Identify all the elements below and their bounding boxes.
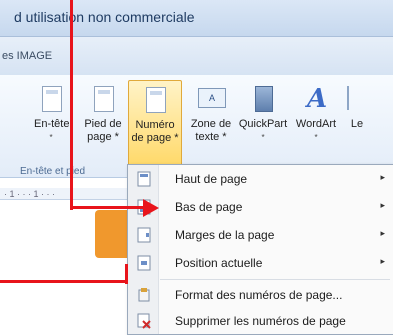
wordart-button[interactable]: A WordArt * [292, 80, 340, 164]
page-number-button-label-2: de page * [131, 132, 179, 144]
annotation-line [70, 0, 73, 210]
menu-separator [160, 279, 390, 280]
insert-ribbon: En-tête * Pied de page * Numéro de page … [0, 75, 393, 178]
window-title: d utilisation non commerciale [14, 9, 195, 25]
header-button-dropdown: * [49, 133, 53, 142]
page-number-dropdown-menu: Haut de page ▸ Bas de page ▸ Marges de l… [127, 164, 393, 335]
menu-item-label: Bas de page [175, 200, 243, 214]
page-number-button[interactable]: Numéro de page * [128, 80, 182, 166]
wordart-button-dropdown: * [314, 133, 318, 142]
annotation-line [0, 280, 128, 283]
footer-button-label-2: page * [87, 131, 119, 143]
current-position-icon [137, 255, 151, 271]
menu-item-remove-page-numbers[interactable]: Supprimer les numéros de page [128, 307, 393, 335]
menu-item-top-of-page[interactable]: Haut de page ▸ [128, 165, 393, 193]
format-numbers-icon [137, 287, 151, 303]
remove-numbers-icon [137, 313, 151, 329]
wordart-button-label: WordArt [295, 118, 337, 130]
header-button-label: En-tête [34, 118, 70, 130]
page-top-icon [137, 171, 151, 187]
menu-item-label: Supprimer les numéros de page [175, 314, 346, 328]
page-margins-icon [137, 227, 151, 243]
quickparts-button-dropdown: * [261, 133, 265, 142]
document-shape [95, 210, 131, 258]
menu-item-label: Position actuelle [175, 256, 263, 270]
annotation-line [70, 206, 150, 209]
header-icon [37, 84, 65, 114]
submenu-arrow-icon: ▸ [380, 228, 385, 238]
ribbon-tab-bar: es IMAGE [0, 37, 393, 75]
quickparts-button[interactable]: QuickPart * [236, 80, 290, 164]
submenu-arrow-icon: ▸ [380, 256, 385, 266]
dropcap-icon [343, 84, 371, 114]
dropcap-button-label: Le [350, 118, 364, 130]
textbox-icon: A [197, 84, 226, 114]
footer-button-label: Pied de [84, 118, 122, 130]
menu-item-current-position[interactable]: Position actuelle ▸ [128, 249, 393, 277]
ruler: · 1 · · · 1 · · · [0, 188, 130, 200]
ribbon-group-label: En-tête et pied [20, 166, 86, 177]
menu-item-label: Haut de page [175, 172, 248, 186]
menu-item-label: Marges de la page [175, 228, 275, 242]
tab-label[interactable]: es IMAGE [2, 50, 52, 62]
submenu-arrow-icon: ▸ [380, 172, 385, 182]
textbox-button-label: Zone de [190, 118, 232, 130]
textbox-button[interactable]: A Zone de texte * [188, 80, 234, 164]
submenu-arrow-icon: ▸ [380, 200, 385, 210]
dropcap-button[interactable]: Le [342, 80, 372, 164]
annotation-arrow-icon [143, 199, 159, 217]
wordart-icon: A [307, 84, 328, 114]
menu-item-format-page-numbers[interactable]: Format des numéros de page... [128, 281, 393, 309]
footer-icon [89, 84, 117, 114]
menu-item-label: Format des numéros de page... [175, 288, 343, 302]
quickparts-icon [249, 84, 277, 114]
quickparts-button-label: QuickPart [238, 118, 288, 130]
page-number-button-label: Numéro [135, 119, 175, 131]
menu-item-page-margins[interactable]: Marges de la page ▸ [128, 221, 393, 249]
page-number-icon [141, 85, 169, 115]
footer-button[interactable]: Pied de page * [80, 80, 126, 164]
title-bar: d utilisation non commerciale [0, 0, 393, 37]
header-button[interactable]: En-tête * [34, 80, 70, 164]
textbox-button-label-2: texte * [195, 131, 227, 143]
menu-item-bottom-of-page[interactable]: Bas de page ▸ [128, 193, 393, 221]
